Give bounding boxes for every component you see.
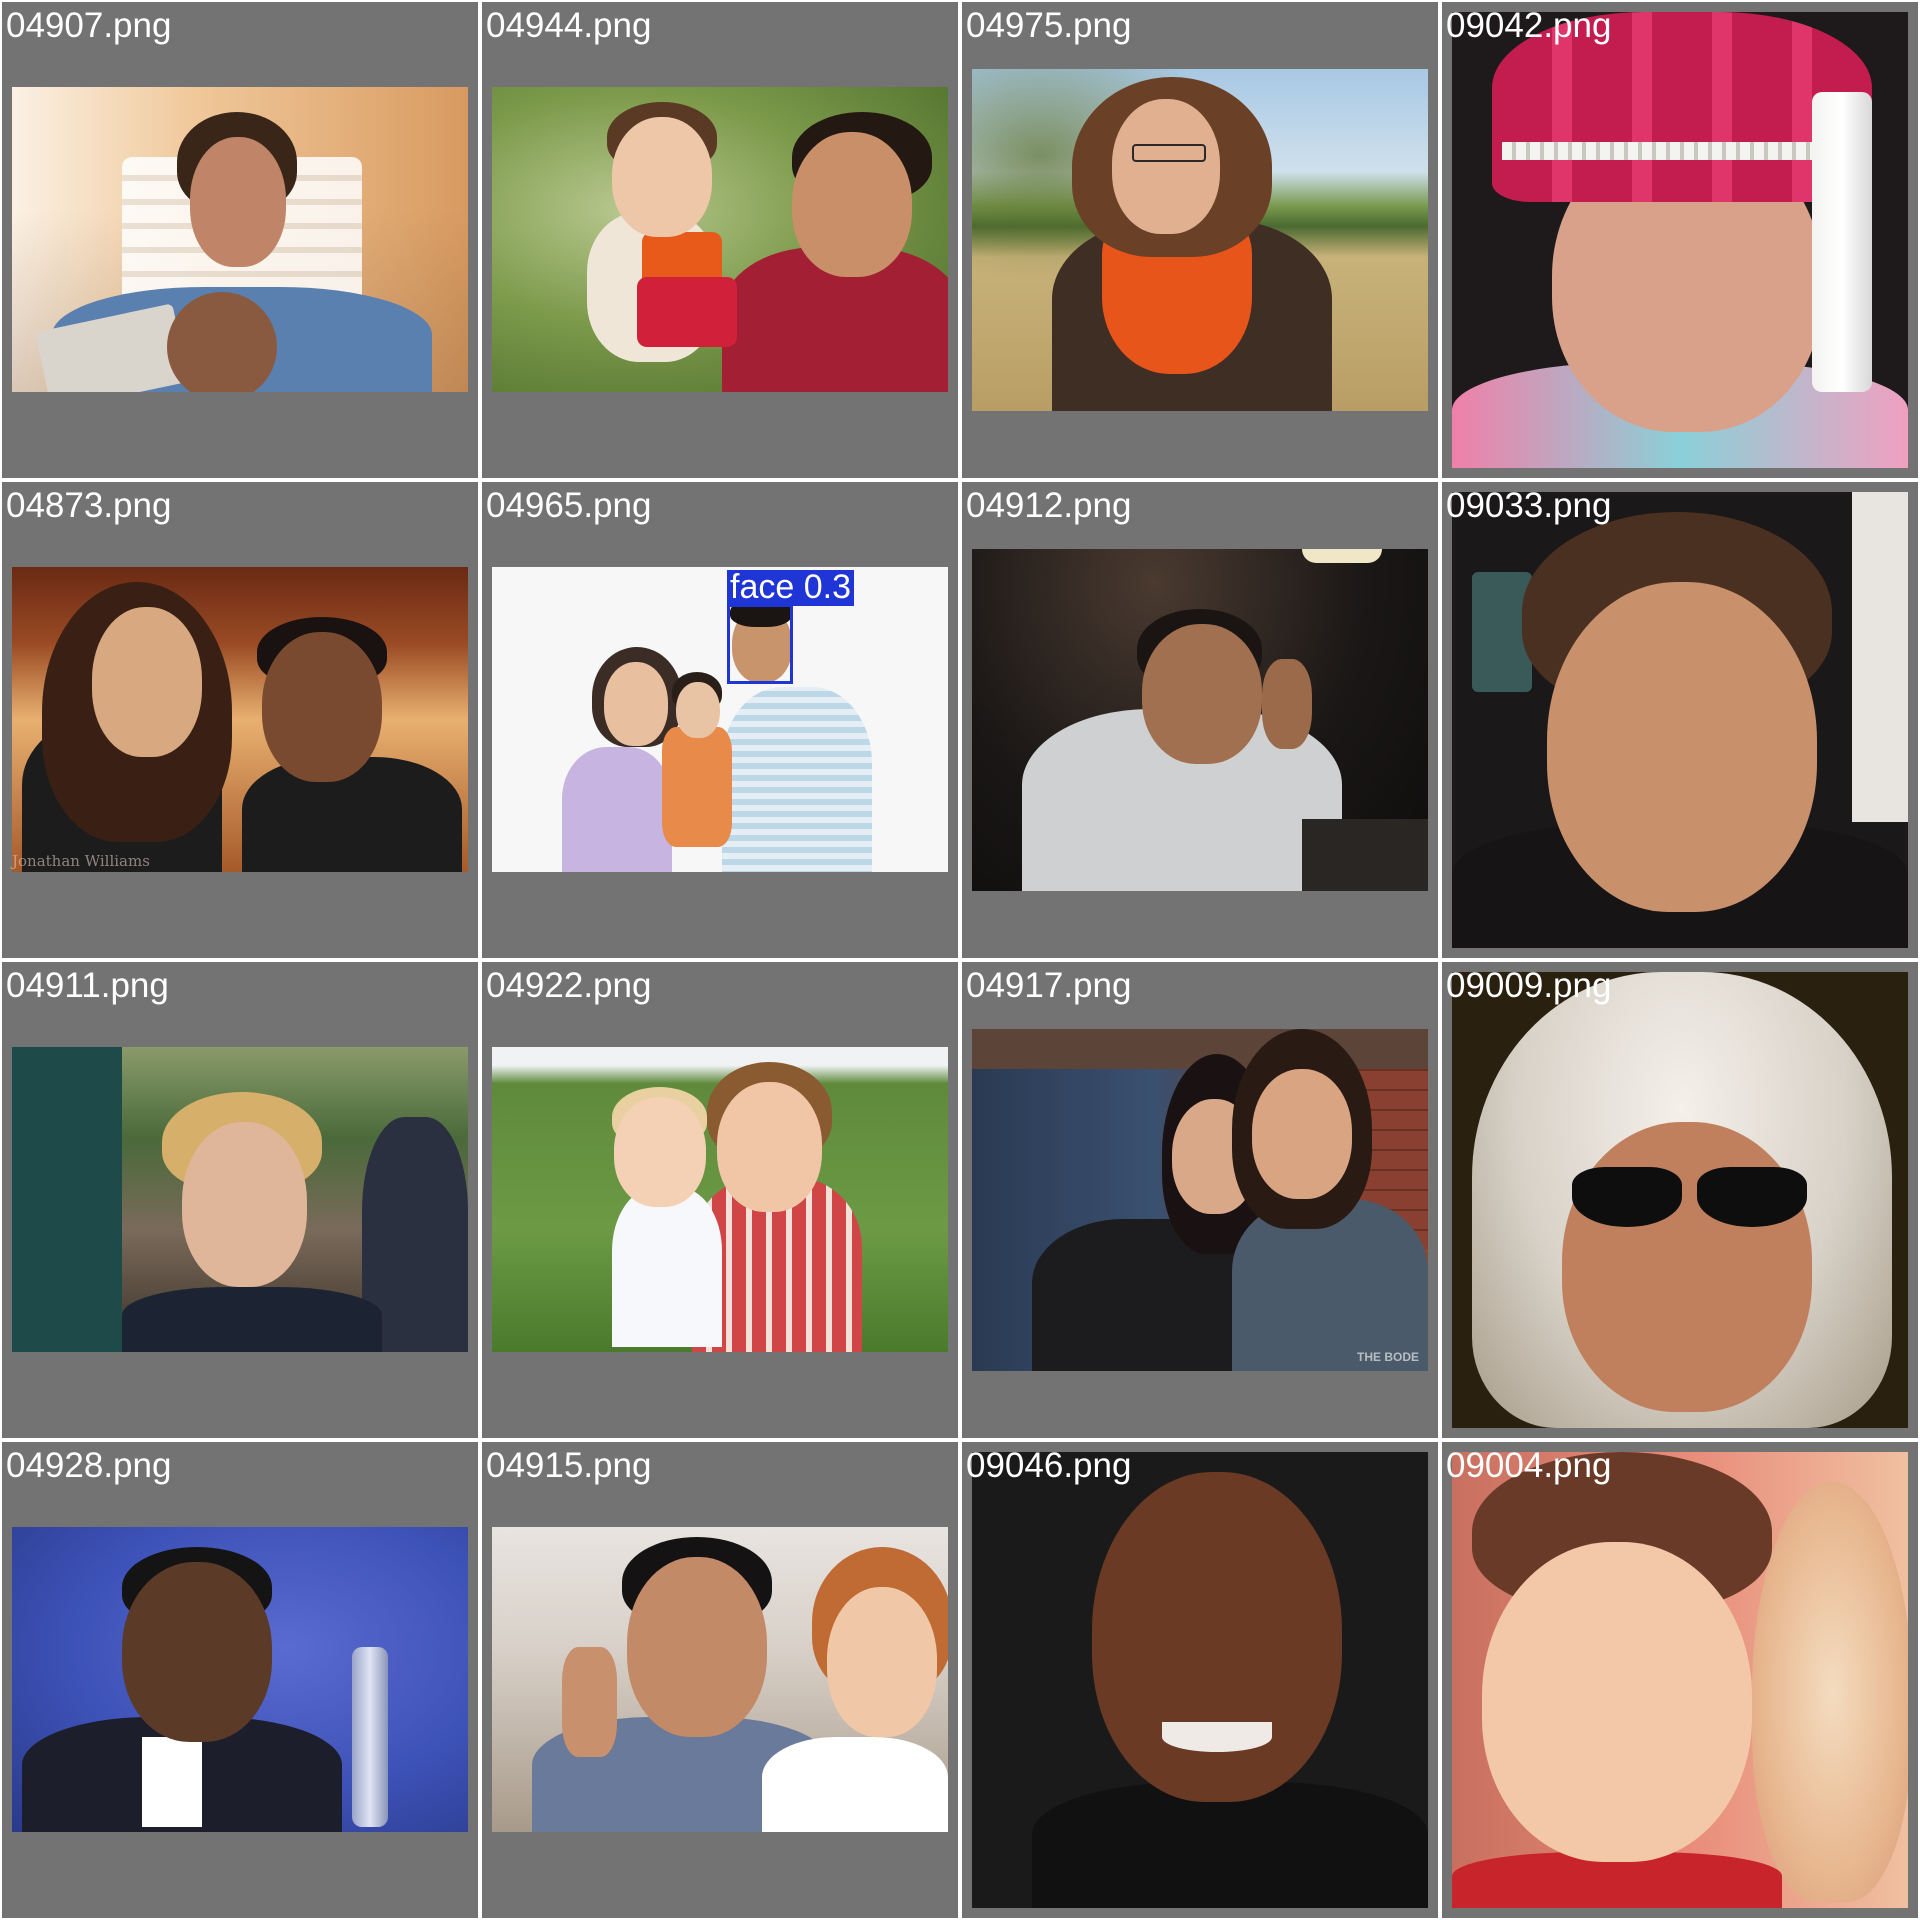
filename-label: 09009.png bbox=[1446, 966, 1612, 1005]
filename-label: 04917.png bbox=[966, 966, 1132, 1005]
filename-label: 04928.png bbox=[6, 1446, 172, 1485]
tile-09009[interactable]: 09009.png bbox=[1442, 962, 1918, 1438]
filename-label: 04975.png bbox=[966, 6, 1132, 45]
filename-label: 04965.png bbox=[486, 486, 652, 525]
photo-09046 bbox=[972, 1452, 1428, 1908]
filename-label: 09004.png bbox=[1446, 1446, 1612, 1485]
tile-04975[interactable]: 04975.png bbox=[962, 2, 1438, 478]
photo-04965 bbox=[492, 567, 948, 872]
face-detection-box bbox=[727, 604, 793, 684]
tile-04912[interactable]: 04912.png bbox=[962, 482, 1438, 958]
photo-09004 bbox=[1452, 1452, 1908, 1908]
tile-04965[interactable]: face 0.3 04965.png bbox=[482, 482, 958, 958]
filename-label: 09033.png bbox=[1446, 486, 1612, 525]
tile-04944[interactable]: 04944.png bbox=[482, 2, 958, 478]
tile-04873[interactable]: Jonathan Williams 04873.png bbox=[2, 482, 478, 958]
photo-04915 bbox=[492, 1527, 948, 1832]
tile-04922[interactable]: 04922.png bbox=[482, 962, 958, 1438]
filename-label: 04907.png bbox=[6, 6, 172, 45]
tile-09033[interactable]: 09033.png bbox=[1442, 482, 1918, 958]
tile-04907[interactable]: 04907.png bbox=[2, 2, 478, 478]
filename-label: 09042.png bbox=[1446, 6, 1612, 45]
filename-label: 04911.png bbox=[6, 966, 169, 1005]
photo-04917 bbox=[972, 1029, 1428, 1371]
filename-label: 04922.png bbox=[486, 966, 652, 1005]
photo-04928 bbox=[12, 1527, 468, 1832]
filename-label: 04873.png bbox=[6, 486, 172, 525]
filename-label: 09046.png bbox=[966, 1446, 1132, 1485]
tile-09004[interactable]: 09004.png bbox=[1442, 1442, 1918, 1918]
tile-09042[interactable]: 09042.png bbox=[1442, 2, 1918, 478]
filename-label: 04912.png bbox=[966, 486, 1132, 525]
filename-label: 04944.png bbox=[486, 6, 652, 45]
tile-09046[interactable]: 09046.png bbox=[962, 1442, 1438, 1918]
detection-label: face 0.3 bbox=[727, 570, 854, 606]
watermark-text: Jonathan Williams bbox=[12, 852, 150, 870]
photo-04912 bbox=[972, 549, 1428, 891]
tile-04911[interactable]: 04911.png bbox=[2, 962, 478, 1438]
photo-04922 bbox=[492, 1047, 948, 1352]
photo-04975 bbox=[972, 69, 1428, 411]
tile-04928[interactable]: 04928.png bbox=[2, 1442, 478, 1918]
photo-04907 bbox=[12, 87, 468, 392]
photo-04911 bbox=[12, 1047, 468, 1352]
photo-09033 bbox=[1452, 492, 1908, 948]
photo-04873 bbox=[12, 567, 468, 872]
image-grid: 04907.png 04944.png 04975.png 09042.png … bbox=[0, 0, 1920, 1920]
photo-09042 bbox=[1452, 12, 1908, 468]
filename-label: 04915.png bbox=[486, 1446, 652, 1485]
tile-04917[interactable]: THE BODE 04917.png bbox=[962, 962, 1438, 1438]
tile-04915[interactable]: 04915.png bbox=[482, 1442, 958, 1918]
watermark-text: THE BODE bbox=[1357, 1350, 1420, 1364]
photo-09009 bbox=[1452, 972, 1908, 1428]
photo-04944 bbox=[492, 87, 948, 392]
